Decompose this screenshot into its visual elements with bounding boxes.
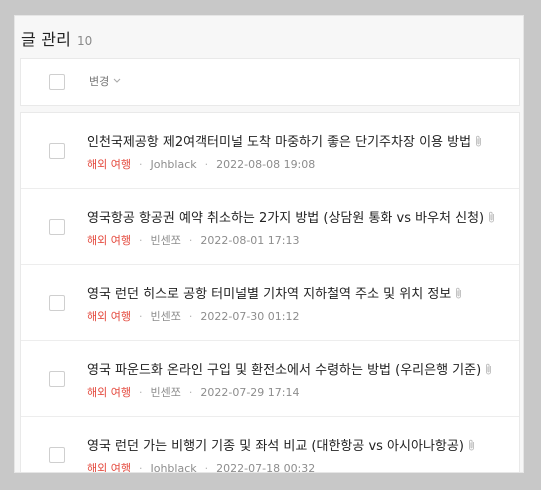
post-row[interactable]: 영국 런던 히스로 공항 터미널별 기차역 지하철역 주소 및 위치 정보 해외…	[21, 265, 519, 341]
attachment-icon	[489, 211, 495, 222]
post-date: 2022-08-08 19:08	[216, 157, 316, 171]
separator: ·	[138, 309, 143, 323]
attachment-icon	[486, 363, 492, 374]
separator: ·	[138, 157, 143, 171]
post-title-line[interactable]: 인천국제공항 제2여객터미널 도착 마중하기 좋은 단기주차장 이용 방법	[87, 131, 513, 150]
separator: ·	[204, 157, 209, 171]
page-title: 글 관리	[21, 30, 72, 49]
separator: ·	[188, 385, 193, 399]
post-date: 2022-07-18 00:32	[216, 461, 316, 473]
post-author: 빈센쪼	[150, 234, 181, 247]
post-content: 영국 런던 히스로 공항 터미널별 기차역 지하철역 주소 및 위치 정보 해외…	[87, 283, 513, 324]
post-author: Johblack	[150, 157, 197, 171]
post-date: 2022-07-29 17:14	[200, 385, 300, 399]
post-date: 2022-07-30 01:12	[200, 309, 300, 323]
post-title[interactable]: 인천국제공항 제2여객터미널 도착 마중하기 좋은 단기주차장 이용 방법	[87, 131, 471, 150]
post-category[interactable]: 해외 여행	[87, 460, 131, 472]
post-checkbox[interactable]	[49, 447, 65, 463]
post-row[interactable]: 영국 파운드화 온라인 구입 및 환전소에서 수령하는 방법 (우리은행 기준)…	[21, 341, 519, 417]
post-author: Johblack	[150, 461, 197, 473]
post-checkbox[interactable]	[49, 371, 65, 387]
post-title-line[interactable]: 영국 런던 히스로 공항 터미널별 기차역 지하철역 주소 및 위치 정보	[87, 283, 513, 302]
post-content: 영국항공 항공권 예약 취소하는 2가지 방법 (상담원 통화 vs 바우처 신…	[87, 207, 513, 248]
post-category[interactable]: 해외 여행	[87, 156, 131, 172]
separator: ·	[204, 461, 209, 473]
separator: ·	[138, 385, 143, 399]
page-header: 글 관리 10	[21, 26, 92, 50]
post-category[interactable]: 해외 여행	[87, 384, 131, 400]
post-title-line[interactable]: 영국항공 항공권 예약 취소하는 2가지 방법 (상담원 통화 vs 바우처 신…	[87, 207, 513, 226]
post-title-line[interactable]: 영국 런던 가는 비행기 기종 및 좌석 비교 (대한항공 vs 아시아나항공)	[87, 435, 513, 454]
post-meta: 해외 여행 · 빈센쪼 · 2022-07-30 01:12	[87, 308, 513, 324]
separator: ·	[138, 461, 143, 473]
post-list: 인천국제공항 제2여객터미널 도착 마중하기 좋은 단기주차장 이용 방법 해외…	[20, 112, 520, 473]
post-checkbox[interactable]	[49, 219, 65, 235]
post-author: 빈센쪼	[150, 310, 181, 323]
post-category[interactable]: 해외 여행	[87, 308, 131, 324]
select-all-checkbox[interactable]	[49, 74, 65, 90]
post-management-panel: 글 관리 10 변경 인천국제공항 제2여객터미널 도착 마중하기 좋은 단기주…	[14, 15, 524, 473]
attachment-icon	[468, 439, 474, 450]
post-checkbox[interactable]	[49, 295, 65, 311]
separator: ·	[188, 233, 193, 247]
post-date: 2022-08-01 17:13	[200, 233, 300, 247]
separator: ·	[188, 309, 193, 323]
post-content: 영국 런던 가는 비행기 기종 및 좌석 비교 (대한항공 vs 아시아나항공)…	[87, 435, 513, 473]
post-author: 빈센쪼	[150, 386, 181, 399]
chevron-down-icon	[113, 78, 121, 83]
separator: ·	[138, 233, 143, 247]
post-meta: 해외 여행 · 빈센쪼 · 2022-08-01 17:13	[87, 232, 513, 248]
post-title[interactable]: 영국 런던 가는 비행기 기종 및 좌석 비교 (대한항공 vs 아시아나항공)	[87, 435, 464, 454]
post-row[interactable]: 영국 런던 가는 비행기 기종 및 좌석 비교 (대한항공 vs 아시아나항공)…	[21, 417, 519, 473]
post-meta: 해외 여행 · 빈센쪼 · 2022-07-29 17:14	[87, 384, 513, 400]
post-checkbox[interactable]	[49, 143, 65, 159]
post-title[interactable]: 영국 파운드화 온라인 구입 및 환전소에서 수령하는 방법 (우리은행 기준)	[87, 359, 481, 378]
post-meta: 해외 여행 · Johblack · 2022-08-08 19:08	[87, 156, 513, 172]
post-content: 영국 파운드화 온라인 구입 및 환전소에서 수령하는 방법 (우리은행 기준)…	[87, 359, 513, 400]
attachment-icon	[476, 135, 481, 146]
sort-dropdown[interactable]: 변경	[89, 73, 121, 89]
post-title[interactable]: 영국 런던 히스로 공항 터미널별 기차역 지하철역 주소 및 위치 정보	[87, 283, 451, 302]
post-category[interactable]: 해외 여행	[87, 232, 131, 248]
post-meta: 해외 여행 · Johblack · 2022-07-18 00:32	[87, 460, 513, 473]
post-content: 인천국제공항 제2여객터미널 도착 마중하기 좋은 단기주차장 이용 방법 해외…	[87, 131, 513, 172]
post-title-line[interactable]: 영국 파운드화 온라인 구입 및 환전소에서 수령하는 방법 (우리은행 기준)	[87, 359, 513, 378]
post-row[interactable]: 영국항공 항공권 예약 취소하는 2가지 방법 (상담원 통화 vs 바우처 신…	[21, 189, 519, 265]
post-row[interactable]: 인천국제공항 제2여객터미널 도착 마중하기 좋은 단기주차장 이용 방법 해외…	[21, 113, 519, 189]
post-title[interactable]: 영국항공 항공권 예약 취소하는 2가지 방법 (상담원 통화 vs 바우처 신…	[87, 207, 484, 226]
post-count: 10	[77, 34, 93, 48]
list-toolbar: 변경	[20, 58, 520, 106]
sort-label: 변경	[89, 75, 110, 88]
attachment-icon	[456, 287, 462, 298]
